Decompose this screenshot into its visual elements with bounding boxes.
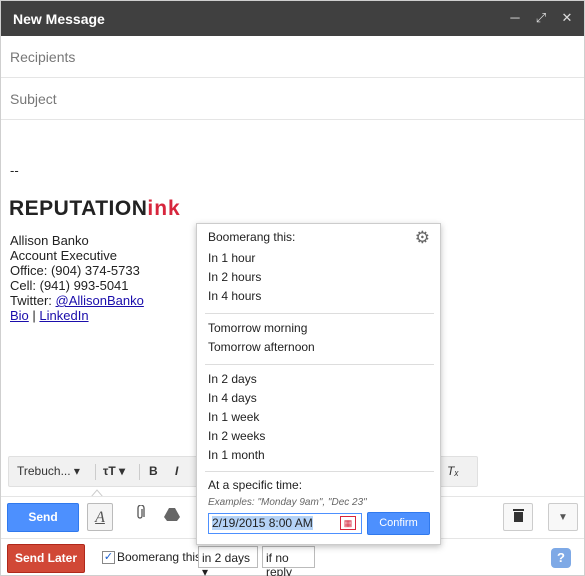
send-later-button[interactable]: Send Later bbox=[7, 544, 85, 573]
signature-cell: Cell: (941) 993-5041 bbox=[10, 278, 129, 293]
close-icon[interactable]: ✕ bbox=[560, 10, 574, 26]
subject-placeholder: Subject bbox=[10, 91, 57, 107]
italic-icon[interactable]: I bbox=[175, 464, 178, 478]
attach-icon[interactable] bbox=[127, 503, 153, 531]
recipients-field[interactable]: Recipients bbox=[1, 36, 584, 78]
toolbar-divider bbox=[139, 464, 140, 480]
gear-icon[interactable]: ⚙ bbox=[415, 228, 430, 248]
font-size-icon[interactable]: τT ▾ bbox=[103, 464, 125, 478]
menu-item-tomorrow-morning[interactable]: Tomorrow morning bbox=[208, 321, 307, 335]
expand-icon[interactable]: ⤢ bbox=[534, 10, 548, 26]
menu-item-in-1-week[interactable]: In 1 week bbox=[208, 410, 259, 424]
menu-divider bbox=[205, 364, 434, 365]
send-button[interactable]: Send bbox=[7, 503, 79, 532]
menu-divider bbox=[205, 313, 434, 314]
signature-office: Office: (904) 374-5733 bbox=[10, 263, 140, 278]
subject-field[interactable]: Subject bbox=[1, 78, 584, 120]
signature-name: Allison Banko bbox=[10, 233, 89, 248]
menu-item-in-4-days[interactable]: In 4 days bbox=[208, 391, 257, 405]
twitter-link[interactable]: @AllisonBanko bbox=[56, 293, 144, 308]
menu-item-in-2-days[interactable]: In 2 days bbox=[208, 372, 257, 386]
boomerang-checkbox[interactable]: ✓ bbox=[102, 551, 115, 564]
window-title: New Message bbox=[13, 11, 105, 27]
window-controls: ─ ⤢ ✕ bbox=[508, 10, 574, 26]
help-icon[interactable]: ? bbox=[551, 548, 571, 568]
bold-icon[interactable]: B bbox=[149, 464, 158, 478]
signature-dash: -- bbox=[10, 163, 19, 178]
specific-time-examples: Examples: "Monday 9am", "Dec 23" bbox=[208, 497, 367, 508]
menu-item-tomorrow-afternoon[interactable]: Tomorrow afternoon bbox=[208, 340, 315, 354]
specific-time-label: At a specific time: bbox=[208, 478, 303, 492]
menu-item-in-1-hour[interactable]: In 1 hour bbox=[208, 251, 255, 265]
title-bar: New Message ─ ⤢ ✕ bbox=[1, 1, 584, 36]
formatting-options-icon[interactable]: A bbox=[87, 503, 113, 531]
trash-icon[interactable] bbox=[503, 503, 533, 531]
more-options-icon[interactable]: ▼ bbox=[548, 503, 578, 531]
datetime-input[interactable]: 2/19/2015 8:00 AM bbox=[208, 513, 362, 534]
signature-links: Bio | LinkedIn bbox=[10, 308, 89, 323]
boomerang-delay-select[interactable]: in 2 days ▾ bbox=[198, 546, 258, 576]
clear-formatting-icon[interactable]: Tₓ bbox=[447, 464, 459, 478]
drive-icon[interactable] bbox=[159, 503, 185, 531]
toolbar-divider bbox=[95, 464, 96, 480]
menu-divider bbox=[205, 471, 434, 472]
confirm-button[interactable]: Confirm bbox=[367, 512, 430, 535]
menu-item-in-2-hours[interactable]: In 2 hours bbox=[208, 270, 261, 284]
linkedin-link[interactable]: LinkedIn bbox=[39, 308, 88, 323]
boomerang-condition-select[interactable]: if no reply bbox=[262, 546, 315, 576]
font-family-select[interactable]: Trebuch... ▾ bbox=[17, 464, 80, 478]
recipients-placeholder: Recipients bbox=[10, 49, 76, 65]
paperclip-icon bbox=[137, 504, 145, 519]
signature-twitter: Twitter: @AllisonBanko bbox=[10, 293, 144, 308]
menu-item-in-4-hours[interactable]: In 4 hours bbox=[208, 289, 261, 303]
compose-window: New Message ─ ⤢ ✕ Recipients Subject -- … bbox=[0, 0, 585, 576]
boomerang-label: Boomerang this bbox=[117, 550, 202, 564]
boomerang-menu-heading: Boomerang this: bbox=[208, 230, 296, 244]
company-logo: REPUTATIONink bbox=[9, 197, 181, 220]
minimize-icon[interactable]: ─ bbox=[508, 10, 522, 26]
bio-link[interactable]: Bio bbox=[10, 308, 29, 323]
signature-role: Account Executive bbox=[10, 248, 117, 263]
calendar-icon[interactable]: ▦ bbox=[340, 516, 356, 530]
boomerang-menu: Boomerang this: ⚙ In 1 hour In 2 hours I… bbox=[196, 223, 441, 545]
signature-block: Allison Banko Account Executive Office: … bbox=[10, 233, 144, 323]
menu-item-in-1-month[interactable]: In 1 month bbox=[208, 448, 265, 462]
menu-item-in-2-weeks[interactable]: In 2 weeks bbox=[208, 429, 265, 443]
